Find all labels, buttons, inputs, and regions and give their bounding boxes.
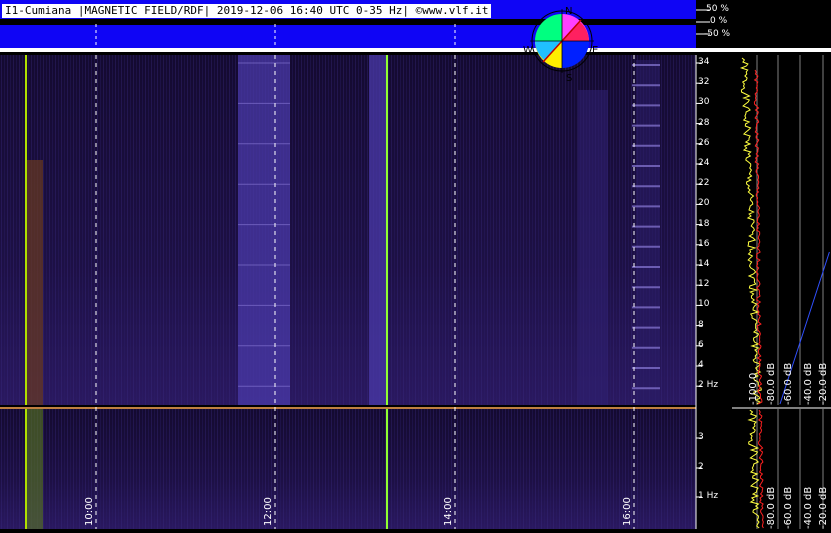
freq-tick-label: 28 [698, 117, 710, 128]
interference-band-4 [636, 60, 660, 405]
interference-band-3 [578, 90, 608, 405]
freq-tick-label: 12 [698, 279, 710, 290]
compass-west-label: W [523, 45, 533, 56]
db-tick-label-lower: -80.0 dB [766, 486, 777, 529]
freq-tick-label: 30 [698, 97, 710, 108]
freq-tick-label: 22 [698, 178, 710, 189]
freq-tick-label: 6 [698, 339, 704, 350]
vlf-spectrogram-screen: I1-Cumiana |MAGNETIC FIELD/RDF| 2019-12-… [0, 0, 831, 529]
freq-tick-label: 16 [698, 238, 710, 249]
freq-tick-label: 26 [698, 137, 710, 148]
direction-label-minus50: -50 % [704, 29, 731, 39]
freq-tick-label-lower: 2 [698, 462, 704, 472]
time-tick-label: 10:00 [84, 497, 95, 526]
direction-scale-white [696, 48, 831, 52]
broadband-strip [27, 160, 43, 405]
freq-tick-label: 24 [698, 158, 710, 168]
compass-east-label: E [592, 45, 599, 56]
freq-tick-label: 8 [698, 319, 704, 330]
time-tick-label: 14:00 [443, 497, 454, 526]
freq-tick-label-lower: 3 [698, 432, 704, 442]
db-tick-label: -40.0 dB [803, 362, 814, 405]
time-tick-label: 16:00 [622, 497, 633, 526]
interference-band-2 [369, 55, 387, 405]
broadband-strip-lower [27, 409, 43, 529]
freq-tick-label: 34 [698, 57, 710, 67]
freq-tick-label-lower: 1 Hz [698, 491, 719, 501]
page-title: I1-Cumiana |MAGNETIC FIELD/RDF| 2019-12-… [2, 4, 492, 18]
freq-tick-label: 32 [698, 77, 710, 88]
compass-north-label: N [565, 6, 573, 17]
direction-band-black-stripe [0, 19, 696, 25]
freq-tick-label: 18 [698, 218, 710, 229]
direction-label-50: 50 % [706, 4, 729, 14]
interference-band-1 [238, 55, 290, 405]
db-tick-label: -20.0 dB [818, 362, 829, 405]
db-tick-label-lower: -40.0 dB [803, 486, 814, 529]
freq-tick-label: 2 Hz [698, 380, 719, 391]
freq-tick-label: 14 [698, 259, 710, 269]
freq-tick-label: 4 [698, 360, 704, 370]
freq-tick-label: 10 [698, 299, 710, 310]
db-tick-label: -100.0 [748, 372, 759, 405]
freq-tick-label: 20 [698, 198, 710, 209]
db-tick-label: -80.0 dB [766, 362, 777, 405]
lower-spectrogram-noise [0, 409, 696, 529]
compass-south-label: S [566, 73, 573, 84]
db-tick-label-lower: -20.0 dB [818, 486, 829, 529]
db-tick-label: -60.0 dB [783, 362, 794, 405]
db-tick-label-lower: -60.0 dB [783, 486, 794, 529]
direction-label-0: 0 % [710, 16, 728, 26]
time-tick-label: 12:00 [263, 497, 274, 526]
